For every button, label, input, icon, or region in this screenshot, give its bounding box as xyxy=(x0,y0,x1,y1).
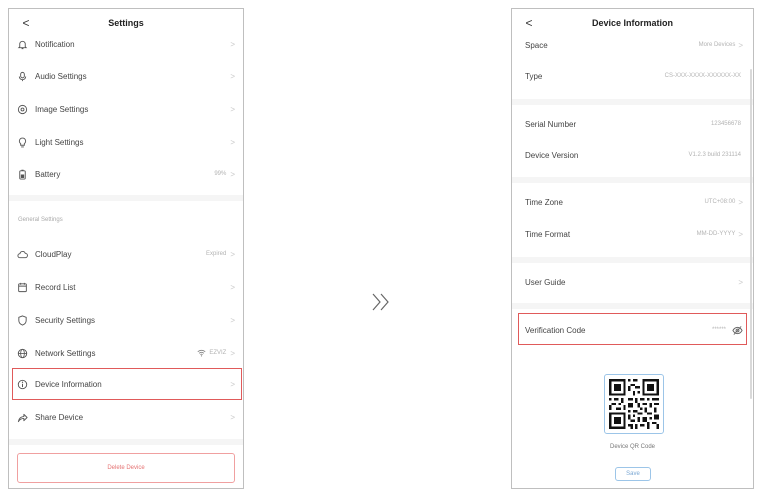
chevron-right-icon: > xyxy=(230,282,235,292)
wifi-icon xyxy=(197,349,206,357)
settings-item-cloudplay[interactable]: CloudPlay Expired > xyxy=(9,243,243,265)
battery-icon xyxy=(16,168,28,180)
record-list-icon xyxy=(16,281,28,293)
settings-item-label: Network Settings xyxy=(35,348,96,358)
info-label: User Guide xyxy=(525,277,566,287)
section-title: General Settings xyxy=(18,217,63,223)
chevron-right-icon: > xyxy=(230,249,235,259)
info-value: More Devices xyxy=(698,42,736,48)
settings-item-network[interactable]: Network Settings EZVIZ > xyxy=(9,342,243,364)
share-icon xyxy=(16,411,28,423)
info-label: Space xyxy=(525,40,548,50)
transition-arrow-icon xyxy=(366,290,396,314)
settings-item-battery[interactable]: Battery 99% > xyxy=(9,163,243,185)
info-row-serial-number: Serial Number 123456678 xyxy=(512,115,753,133)
device-info-titlebar: < Device Information xyxy=(512,9,753,39)
info-value: MM-DD-YYYY xyxy=(696,231,736,237)
page-title: Settings xyxy=(108,18,144,28)
section-divider xyxy=(512,303,753,309)
chevron-right-icon: > xyxy=(230,348,235,358)
info-label: Time Zone xyxy=(525,197,563,207)
device-information-screen: < Device Information Space More Devices … xyxy=(511,8,754,489)
chevron-right-icon: > xyxy=(230,104,235,114)
save-button[interactable]: Save xyxy=(615,467,651,481)
settings-screen: < Settings Notification > Audio Settings… xyxy=(8,8,244,489)
battery-level: 99% xyxy=(214,171,227,177)
info-label: Serial Number xyxy=(525,119,577,129)
scrollbar[interactable] xyxy=(750,69,752,399)
settings-item-label: Record List xyxy=(35,282,76,292)
lightbulb-icon xyxy=(16,136,28,148)
info-value: CS-XXX-XXXX-XXXXXX-XX xyxy=(664,73,741,79)
info-row-type: Type CS-XXX-XXXX-XXXXXX-XX xyxy=(512,67,753,85)
settings-item-label: Audio Settings xyxy=(35,71,87,81)
delete-device-button[interactable]: Delete Device xyxy=(17,453,235,483)
settings-item-notification[interactable]: Notification > xyxy=(9,33,243,55)
verification-code-highlight xyxy=(518,313,747,345)
settings-item-light[interactable]: Light Settings > xyxy=(9,131,243,153)
cloud-icon xyxy=(16,248,28,260)
info-row-time-zone[interactable]: Time Zone UTC+08:00 > xyxy=(512,193,753,211)
chevron-right-icon: > xyxy=(738,229,743,239)
settings-item-label: Share Device xyxy=(35,412,84,422)
settings-item-label: CloudPlay xyxy=(35,249,72,259)
info-row-time-format[interactable]: Time Format MM-DD-YYYY > xyxy=(512,225,753,243)
cloudplay-status: Expired xyxy=(205,251,227,257)
settings-item-label: Battery xyxy=(35,169,61,179)
chevron-right-icon: > xyxy=(738,40,743,50)
image-settings-icon xyxy=(16,103,28,115)
device-information-highlight xyxy=(12,368,242,400)
settings-item-security[interactable]: Security Settings > xyxy=(9,309,243,331)
settings-item-image[interactable]: Image Settings > xyxy=(9,98,243,120)
device-qr-code[interactable] xyxy=(604,374,664,434)
qr-code-label: Device QR Code xyxy=(609,444,656,450)
section-divider xyxy=(9,439,243,445)
settings-item-share-device[interactable]: Share Device > xyxy=(9,406,243,428)
microphone-icon xyxy=(16,70,28,82)
info-row-space[interactable]: Space More Devices > xyxy=(512,36,753,54)
bell-icon xyxy=(16,38,28,50)
info-value: V1.2.3 build 231114 xyxy=(688,152,742,158)
page-title: Device Information xyxy=(591,18,674,28)
info-label: Device Version xyxy=(525,150,579,160)
section-divider xyxy=(512,99,753,105)
globe-icon xyxy=(16,347,28,359)
chevron-right-icon: > xyxy=(230,71,235,81)
info-value: 123456678 xyxy=(710,121,741,127)
chevron-right-icon: > xyxy=(230,412,235,422)
settings-item-label: Notification xyxy=(35,39,75,49)
info-row-device-version: Device Version V1.2.3 build 231114 xyxy=(512,146,753,164)
info-label: Type xyxy=(525,71,543,81)
chevron-right-icon: > xyxy=(230,315,235,325)
settings-item-label: Image Settings xyxy=(35,104,89,114)
chevron-right-icon: > xyxy=(230,39,235,49)
settings-item-record-list[interactable]: Record List > xyxy=(9,276,243,298)
shield-icon xyxy=(16,314,28,326)
network-name: EZVIZ xyxy=(209,350,227,356)
chevron-right-icon: > xyxy=(230,137,235,147)
section-divider xyxy=(512,177,753,183)
section-divider xyxy=(512,257,753,263)
section-divider xyxy=(9,195,243,201)
settings-item-audio[interactable]: Audio Settings > xyxy=(9,65,243,87)
info-value: UTC+08:00 xyxy=(704,199,736,205)
chevron-right-icon: > xyxy=(738,277,743,287)
info-row-user-guide[interactable]: User Guide > xyxy=(512,273,753,291)
qr-code-icon xyxy=(609,379,659,429)
chevron-right-icon: > xyxy=(738,197,743,207)
chevron-right-icon: > xyxy=(230,169,235,179)
settings-item-label: Security Settings xyxy=(35,315,96,325)
settings-item-label: Light Settings xyxy=(35,137,84,147)
info-label: Time Format xyxy=(525,229,571,239)
